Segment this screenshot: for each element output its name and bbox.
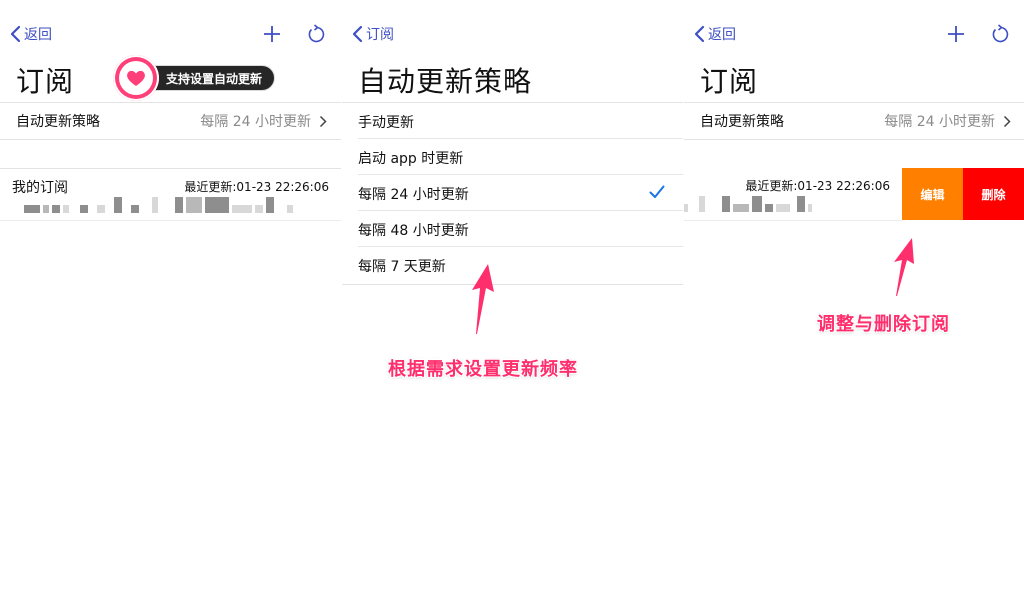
- policy-value: 每隔 24 小时更新: [200, 111, 327, 131]
- heart-badge: [113, 55, 159, 101]
- back-label: 订阅: [366, 27, 394, 43]
- option-label: 启动 app 时更新: [358, 151, 464, 167]
- last-update-time: 最近更新:01-23 22:26:06: [184, 180, 329, 194]
- option-every-48h[interactable]: 每隔 48 小时更新: [342, 211, 683, 247]
- redacted-url: [684, 196, 812, 212]
- option-label: 手动更新: [358, 115, 414, 131]
- auto-update-policy-row[interactable]: 自动更新策略 每隔 24 小时更新: [684, 103, 1024, 139]
- back-button[interactable]: 返回: [10, 24, 52, 44]
- policy-value-text: 每隔 24 小时更新: [200, 114, 311, 130]
- subscription-content[interactable]: 最近更新:01-23 22:26:06: [684, 168, 902, 220]
- back-button[interactable]: 订阅: [352, 24, 394, 44]
- nav-bar: 返回: [684, 22, 1024, 48]
- subscriptions-screen: 返回 订阅 支持设置自动更新 自动更新策略 每隔 24 小时更新 我的订阅 最近…: [0, 0, 341, 607]
- page-title: 订阅: [700, 65, 759, 98]
- divider: [0, 139, 341, 140]
- divider: [0, 220, 341, 221]
- redacted-url: [24, 197, 293, 213]
- arrow-up-icon: [472, 264, 494, 334]
- option-on-launch[interactable]: 启动 app 时更新: [342, 139, 683, 175]
- arrow-up-icon: [894, 238, 914, 296]
- edit-button[interactable]: 编辑: [902, 168, 963, 220]
- divider: [342, 284, 683, 285]
- chevron-left-icon: [352, 25, 363, 43]
- delete-button[interactable]: 删除: [963, 168, 1024, 220]
- subscription-item-swiped[interactable]: 最近更新:01-23 22:26:06 编辑 删除: [684, 168, 1024, 220]
- option-every-7d[interactable]: 每隔 7 天更新: [342, 247, 683, 283]
- policy-value-text: 每隔 24 小时更新: [884, 114, 995, 130]
- back-button[interactable]: 返回: [694, 24, 736, 44]
- chevron-right-icon: [1003, 115, 1011, 127]
- back-label: 返回: [708, 27, 736, 43]
- chevron-left-icon: [694, 25, 705, 43]
- page-title: 订阅: [16, 65, 75, 98]
- refresh-icon[interactable]: [305, 23, 327, 45]
- plus-icon[interactable]: [945, 23, 967, 45]
- option-every-24h[interactable]: 每隔 24 小时更新: [342, 175, 683, 211]
- checkmark-icon: [649, 185, 665, 198]
- option-label: 每隔 48 小时更新: [358, 223, 469, 239]
- subscriptions-swipe-screen: 返回 订阅 自动更新策略 每隔 24 小时更新 最近更新:01-23 22:26…: [684, 0, 1024, 607]
- nav-bar: 返回: [0, 22, 341, 48]
- annotation-edit-delete: 调整与删除订阅: [817, 314, 950, 335]
- annotation-frequency: 根据需求设置更新频率: [388, 359, 578, 380]
- nav-bar: 订阅: [342, 22, 683, 48]
- feature-callout: 支持设置自动更新: [113, 55, 276, 101]
- divider: [684, 220, 902, 221]
- option-label: 每隔 7 天更新: [358, 259, 446, 275]
- subscription-name: 我的订阅: [12, 180, 68, 196]
- heart-icon: [127, 70, 145, 86]
- chevron-left-icon: [10, 25, 21, 43]
- refresh-icon[interactable]: [989, 23, 1011, 45]
- plus-icon[interactable]: [261, 23, 283, 45]
- page-title: 自动更新策略: [358, 65, 533, 98]
- policy-label: 自动更新策略: [16, 114, 100, 130]
- divider: [684, 139, 1024, 140]
- back-label: 返回: [24, 27, 52, 43]
- auto-update-policy-row[interactable]: 自动更新策略 每隔 24 小时更新: [0, 103, 341, 139]
- option-label: 每隔 24 小时更新: [358, 187, 469, 203]
- last-update-time: 最近更新:01-23 22:26:06: [745, 179, 890, 193]
- policy-value: 每隔 24 小时更新: [884, 111, 1011, 131]
- option-manual[interactable]: 手动更新: [342, 103, 683, 139]
- chevron-right-icon: [319, 115, 327, 127]
- policy-label: 自动更新策略: [700, 114, 784, 130]
- auto-update-policy-screen: 订阅 自动更新策略 手动更新 启动 app 时更新 每隔 24 小时更新 每隔 …: [342, 0, 683, 607]
- subscription-item[interactable]: 我的订阅 最近更新:01-23 22:26:06: [0, 169, 341, 221]
